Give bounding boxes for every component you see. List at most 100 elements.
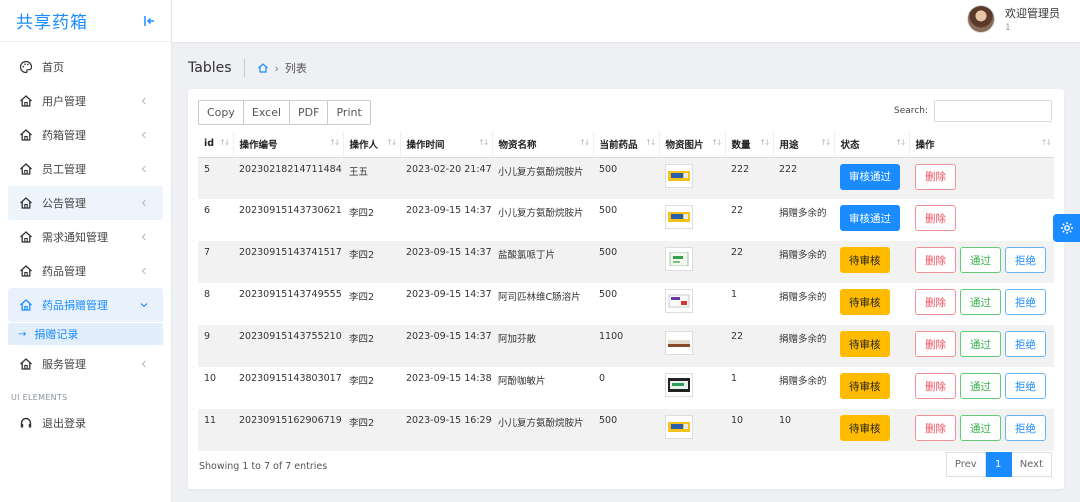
pdf-button[interactable]: PDF (290, 100, 329, 125)
sidebar-menu: 首页用户管理 药箱管理 员工管理 公告管理 需求通知管理 药品管理 药品捐赠管理 → 捐赠记录服… (0, 42, 171, 440)
table-row: 5 20230218214711484 王五 2023-02-20 21:47 小儿复方… (198, 157, 1054, 199)
user-menu[interactable]: 欢迎管理员 1 (967, 5, 1060, 33)
cell-image (659, 409, 725, 451)
column-label: 操作时间 (406, 139, 445, 151)
column-header-code[interactable]: 操作编号 ↑↓ (232, 131, 343, 158)
sidebar-subitem-donation-records[interactable]: → 捐赠记录 (8, 323, 163, 345)
cell-id: 10 (204, 373, 217, 384)
cell-operator: 李四2 (349, 292, 375, 303)
sidebar-item-staff[interactable]: 员工管理 (8, 152, 163, 186)
column-header-usage[interactable]: 用途 ↑↓ (772, 131, 834, 158)
column-header-name[interactable]: 物资名称 ↑↓ (491, 131, 593, 158)
search-label: Search: (894, 106, 928, 116)
sidebar-item-home[interactable]: 首页 (8, 50, 163, 84)
chevron-left-icon (139, 130, 149, 140)
next-page-button[interactable]: Next (1011, 452, 1052, 477)
delete-button[interactable]: 删除 (915, 205, 956, 231)
column-label: 数量 (731, 139, 751, 151)
avatar[interactable] (967, 5, 995, 33)
collapse-sidebar-icon[interactable] (143, 14, 157, 28)
sidebar-item-drug[interactable]: 药品管理 (8, 254, 163, 288)
status-button[interactable]: 审核通过 (840, 163, 900, 190)
approve-button[interactable]: 通过 (960, 247, 1001, 273)
cell-code: 20230915143730621 (239, 205, 342, 216)
copy-button[interactable]: Copy (198, 100, 244, 125)
column-header-action[interactable]: 操作 ↑↓ (908, 131, 1054, 158)
approve-button[interactable]: 通过 (960, 331, 1001, 357)
sidebar-item-label: 首页 (42, 61, 64, 74)
column-header-operator[interactable]: 操作人 ↑↓ (342, 131, 400, 158)
sidebar-item-demand[interactable]: 需求通知管理 (8, 220, 163, 254)
brand-bar: 共享药箱 (0, 0, 171, 42)
status-button[interactable]: 待审核 (840, 289, 890, 315)
delete-button[interactable]: 删除 (915, 331, 956, 357)
column-header-status[interactable]: 状态 ↑↓ (833, 131, 909, 158)
sidebar-item-users[interactable]: 用户管理 (8, 84, 163, 118)
column-header-stock[interactable]: 当前药品 ↑↓ (592, 131, 659, 158)
column-header-id[interactable]: id ↑↓ (198, 131, 233, 158)
status-button[interactable]: 待审核 (840, 247, 890, 273)
reject-button[interactable]: 拒绝 (1005, 247, 1046, 273)
medicine-thumbnail[interactable] (665, 331, 693, 355)
medicine-thumbnail[interactable] (665, 163, 693, 188)
cell-actions: 删除 通过 拒绝 (909, 367, 1054, 409)
cell-id: 6 (204, 205, 211, 216)
delete-button[interactable]: 删除 (915, 289, 956, 315)
sort-arrows-icon: ↑↓ (386, 138, 397, 147)
cell-code: 20230915162906719 (233, 409, 343, 451)
status-button[interactable]: 待审核 (840, 373, 890, 399)
reject-button[interactable]: 拒绝 (1005, 331, 1046, 357)
column-header-quantity[interactable]: 数量 ↑↓ (724, 131, 773, 158)
reject-button[interactable]: 拒绝 (1005, 415, 1046, 441)
sidebar-item-donation[interactable]: 药品捐赠管理 (8, 288, 163, 322)
status-button[interactable]: 审核通过 (840, 205, 900, 231)
status-button[interactable]: 待审核 (840, 331, 890, 357)
reject-button[interactable]: 拒绝 (1005, 289, 1046, 315)
data-table: id ↑↓ 操作编号 ↑↓ 操作人 ↑↓ 操作时间 ↑↓ 物资名称 ↑↓ 当前药品 ↑↓ 物资图片 ↑↓ 数… (198, 131, 1054, 451)
breadcrumb-current: 列表 (284, 62, 307, 75)
delete-button[interactable]: 删除 (915, 247, 956, 273)
column-header-image[interactable]: 物资图片 ↑↓ (658, 131, 725, 158)
approve-button[interactable]: 通过 (960, 373, 1001, 399)
sort-arrows-icon: ↑↓ (895, 138, 906, 147)
column-label: 操作编号 (239, 139, 278, 151)
cell-code: 20230915143749555 (239, 289, 342, 300)
page-1-button[interactable]: 1 (985, 452, 1012, 477)
settings-gear-icon[interactable] (1053, 214, 1080, 242)
home-icon[interactable] (257, 62, 269, 74)
medicine-thumbnail[interactable] (665, 247, 693, 271)
table-row: 6 20230915143730621 李四2 2023-09-15 14:37 小儿复… (198, 199, 1054, 241)
sidebar-item-service[interactable]: 服务管理 (8, 347, 163, 381)
status-button[interactable]: 待审核 (840, 415, 890, 441)
pagination: Prev 1 Next (945, 452, 1052, 477)
cell-status: 待审核 (834, 283, 909, 325)
excel-button[interactable]: Excel (243, 100, 291, 125)
search-input[interactable] (934, 100, 1052, 122)
cell-name: 小儿复方氨酚烷胺片 (498, 208, 584, 219)
delete-button[interactable]: 删除 (915, 373, 956, 399)
approve-button[interactable]: 通过 (960, 415, 1001, 441)
medicine-thumbnail[interactable] (665, 373, 693, 397)
cell-actions: 删除 通过 拒绝 (909, 241, 1054, 283)
table-row: 8 20230915143749555 李四2 2023-09-15 14:37 阿司匹… (198, 283, 1054, 325)
medicine-thumbnail[interactable] (665, 205, 693, 229)
sidebar-item-logout[interactable]: 退出登录 (8, 406, 163, 440)
home-icon (18, 161, 34, 177)
cell-quantity: 22 (725, 325, 773, 367)
prev-page-button[interactable]: Prev (945, 452, 986, 477)
sidebar-item-medicine-box[interactable]: 药箱管理 (8, 118, 163, 152)
print-button[interactable]: Print (328, 100, 371, 125)
delete-button[interactable]: 删除 (915, 163, 956, 190)
cell-image (659, 367, 725, 409)
reject-button[interactable]: 拒绝 (1005, 373, 1046, 399)
medicine-thumbnail[interactable] (665, 289, 693, 313)
medicine-thumbnail[interactable] (665, 415, 693, 439)
cell-name: 阿司匹林维C肠溶片 (498, 292, 581, 303)
approve-button[interactable]: 通过 (960, 289, 1001, 315)
delete-button[interactable]: 删除 (915, 415, 956, 441)
chevron-left-icon (139, 266, 149, 276)
column-header-time[interactable]: 操作时间 ↑↓ (399, 131, 492, 158)
sidebar-item-notice[interactable]: 公告管理 (8, 186, 163, 220)
cell-name: 盐酸氯哌丁片 (492, 241, 593, 283)
top-bar: 欢迎管理员 1 (172, 0, 1080, 42)
